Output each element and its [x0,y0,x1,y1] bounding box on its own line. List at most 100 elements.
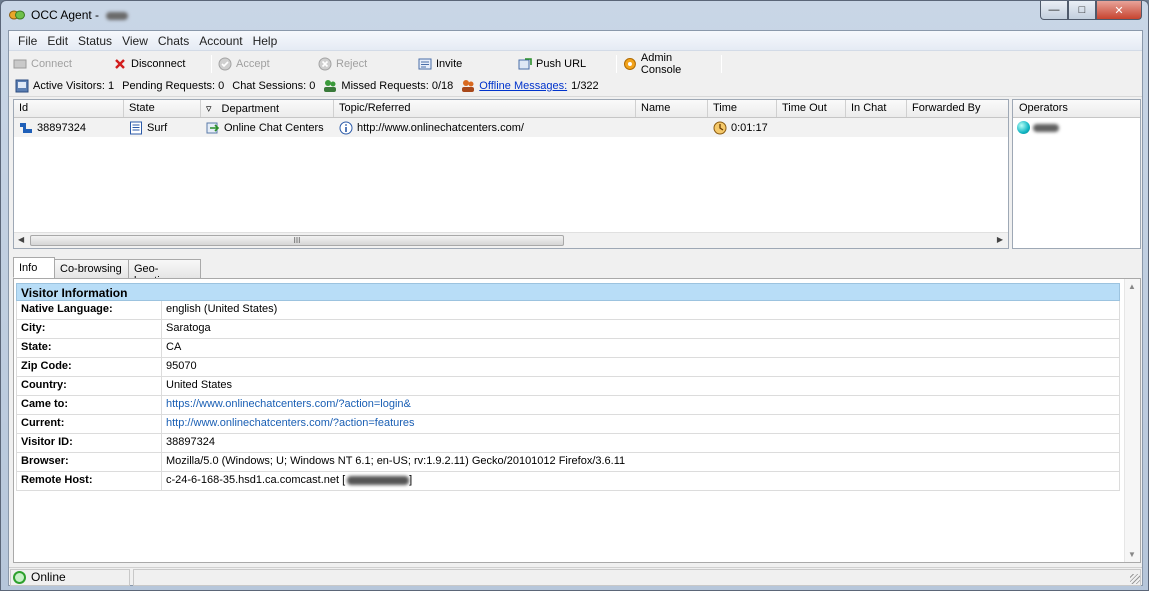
minimize-button[interactable]: — [1040,1,1068,20]
info-row-browser: Browser: Mozilla/5.0 (Windows; U; Window… [16,453,1120,472]
toolbar-separator [721,55,722,73]
cell-department: Online Chat Centers [201,121,334,135]
visitor-topic: http://www.onlinechatcenters.com/ [357,121,524,134]
online-status-icon [13,570,26,584]
remote-host-value: c-24-6-168-35.hsd1.ca.comcast.net [] [162,472,416,490]
operators-panel: Operators [1012,99,1141,249]
column-header-id[interactable]: Id [14,100,124,117]
remote-host-text: c-24-6-168-35.hsd1.ca.comcast.net [ [166,474,346,486]
column-header-in-chat[interactable]: In Chat [846,100,907,117]
push-url-button[interactable]: Push URL [514,54,614,74]
scrollbar-thumb[interactable]: III [30,235,564,246]
toolbar-separator [211,55,212,73]
current-page-link[interactable]: http://www.onlinechatcenters.com/?action… [162,415,419,433]
visitor-time: 0:01:17 [731,121,768,134]
scroll-up-icon[interactable]: ▲ [1128,282,1136,291]
info-row-state: State: CA [16,339,1120,358]
info-row-language: Native Language: english (United States) [16,301,1120,320]
close-button[interactable]: ✕ [1096,1,1142,20]
visitor-info-header: Visitor Information [16,283,1120,301]
menu-chats[interactable]: Chats [153,34,194,48]
column-header-name[interactable]: Name [636,100,708,117]
table-row[interactable]: 38897324 Surf Online Chat Centers http:/… [14,118,1008,137]
column-header-department[interactable]: ▿ Department [201,100,334,117]
menu-status[interactable]: Status [73,34,117,48]
tab-co-browsing[interactable]: Co-browsing [54,259,129,278]
info-row-current: Current: http://www.onlinechatcenters.co… [16,415,1120,434]
info-row-came-to: Came to: https://www.onlinechatcenters.c… [16,396,1120,415]
app-window: OCC Agent - — □ ✕ File Edit Status View … [0,0,1149,591]
info-value: english (United States) [166,303,278,315]
operator-status-icon [1017,121,1030,134]
accept-button[interactable]: Accept [214,54,314,74]
menu-help[interactable]: Help [248,34,283,48]
status-bar: Online [9,567,1142,586]
missed-requests-icon [324,79,337,92]
column-header-state[interactable]: State [124,100,201,117]
connect-icon [13,59,27,69]
tab-geo-location[interactable]: Geo-location [128,259,201,287]
info-label: State: [17,339,162,357]
column-header-forwarded-by[interactable]: Forwarded By [907,100,1008,117]
redacted-name [106,11,129,20]
info-value: Saratoga [166,322,211,334]
operator-item[interactable] [1013,118,1140,137]
scroll-down-icon[interactable]: ▼ [1128,550,1136,559]
admin-console-button[interactable]: Admin Console [619,52,719,76]
menu-bar: File Edit Status View Chats Account Help [9,31,1142,51]
vertical-scrollbar[interactable]: ▲ ▼ [1124,279,1140,562]
menu-view[interactable]: View [117,34,153,48]
menu-file[interactable]: File [13,34,42,48]
column-header-topic[interactable]: Topic/Referred [334,100,636,117]
visitor-icon [20,122,32,133]
info-row-visitor-id: Visitor ID: 38897324 [16,434,1120,453]
invite-icon [418,58,432,70]
offline-messages-count: 1/322 [571,79,599,92]
maximize-button[interactable]: □ [1068,1,1096,20]
column-header-time-out[interactable]: Time Out [777,100,846,117]
scroll-right-icon[interactable]: ▶ [997,235,1003,244]
tab-info[interactable]: Info [13,257,55,278]
info-label: Current: [17,415,162,433]
stats-bar: Active Visitors: 1 Pending Requests: 0 C… [9,75,1142,97]
disconnect-label: Disconnect [131,58,186,70]
menu-account[interactable]: Account [194,34,247,48]
reject-button[interactable]: Reject [314,54,414,74]
offline-messages-link[interactable]: Offline Messages: [479,80,567,92]
scroll-left-icon[interactable]: ◀ [18,235,24,244]
reject-label: Reject [336,58,368,70]
status-online[interactable]: Online [10,568,130,586]
reject-icon [318,57,332,71]
pending-requests: Pending Requests: 0 [122,79,225,92]
missed-requests: Missed Requests: 0/18 [341,79,454,92]
connect-button[interactable]: Connect [9,54,109,74]
operators-header[interactable]: Operators [1013,100,1140,118]
info-row-remote-host: Remote Host: c-24-6-168-35.hsd1.ca.comca… [16,472,1120,491]
info-value: 38897324 [166,436,215,448]
info-label: City: [17,320,162,338]
horizontal-scrollbar[interactable]: ◀ III ▶ [14,232,1008,248]
status-text: Online [31,570,66,584]
window-title: OCC Agent - [31,8,129,22]
offline-messages-icon [462,79,475,92]
title-bar[interactable]: OCC Agent - — □ ✕ [1,1,1148,30]
cell-state: Surf [124,121,201,135]
visitors-grid: Id State ▿ Department Topic/Referred Name… [13,99,1009,249]
info-row-city: City: Saratoga [16,320,1120,339]
invite-button[interactable]: Invite [414,54,514,74]
visitors-icon [15,79,29,92]
info-label: Browser: [17,453,162,471]
disconnect-button[interactable]: Disconnect [109,54,209,74]
column-header-time[interactable]: Time [708,100,777,117]
visitor-info-table: Visitor Information Native Language: eng… [16,283,1120,491]
info-value: Mozilla/5.0 (Windows; U; Windows NT 6.1;… [166,455,626,467]
info-label: Visitor ID: [17,434,162,452]
redacted-ip [347,475,410,485]
department-icon [206,122,220,133]
x-icon [115,59,125,69]
info-panel: Visitor Information Native Language: eng… [13,278,1141,563]
resize-grip[interactable] [1130,574,1140,584]
menu-edit[interactable]: Edit [42,34,73,48]
info-label: Country: [17,377,162,395]
came-to-link[interactable]: https://www.onlinechatcenters.com/?actio… [162,396,415,414]
